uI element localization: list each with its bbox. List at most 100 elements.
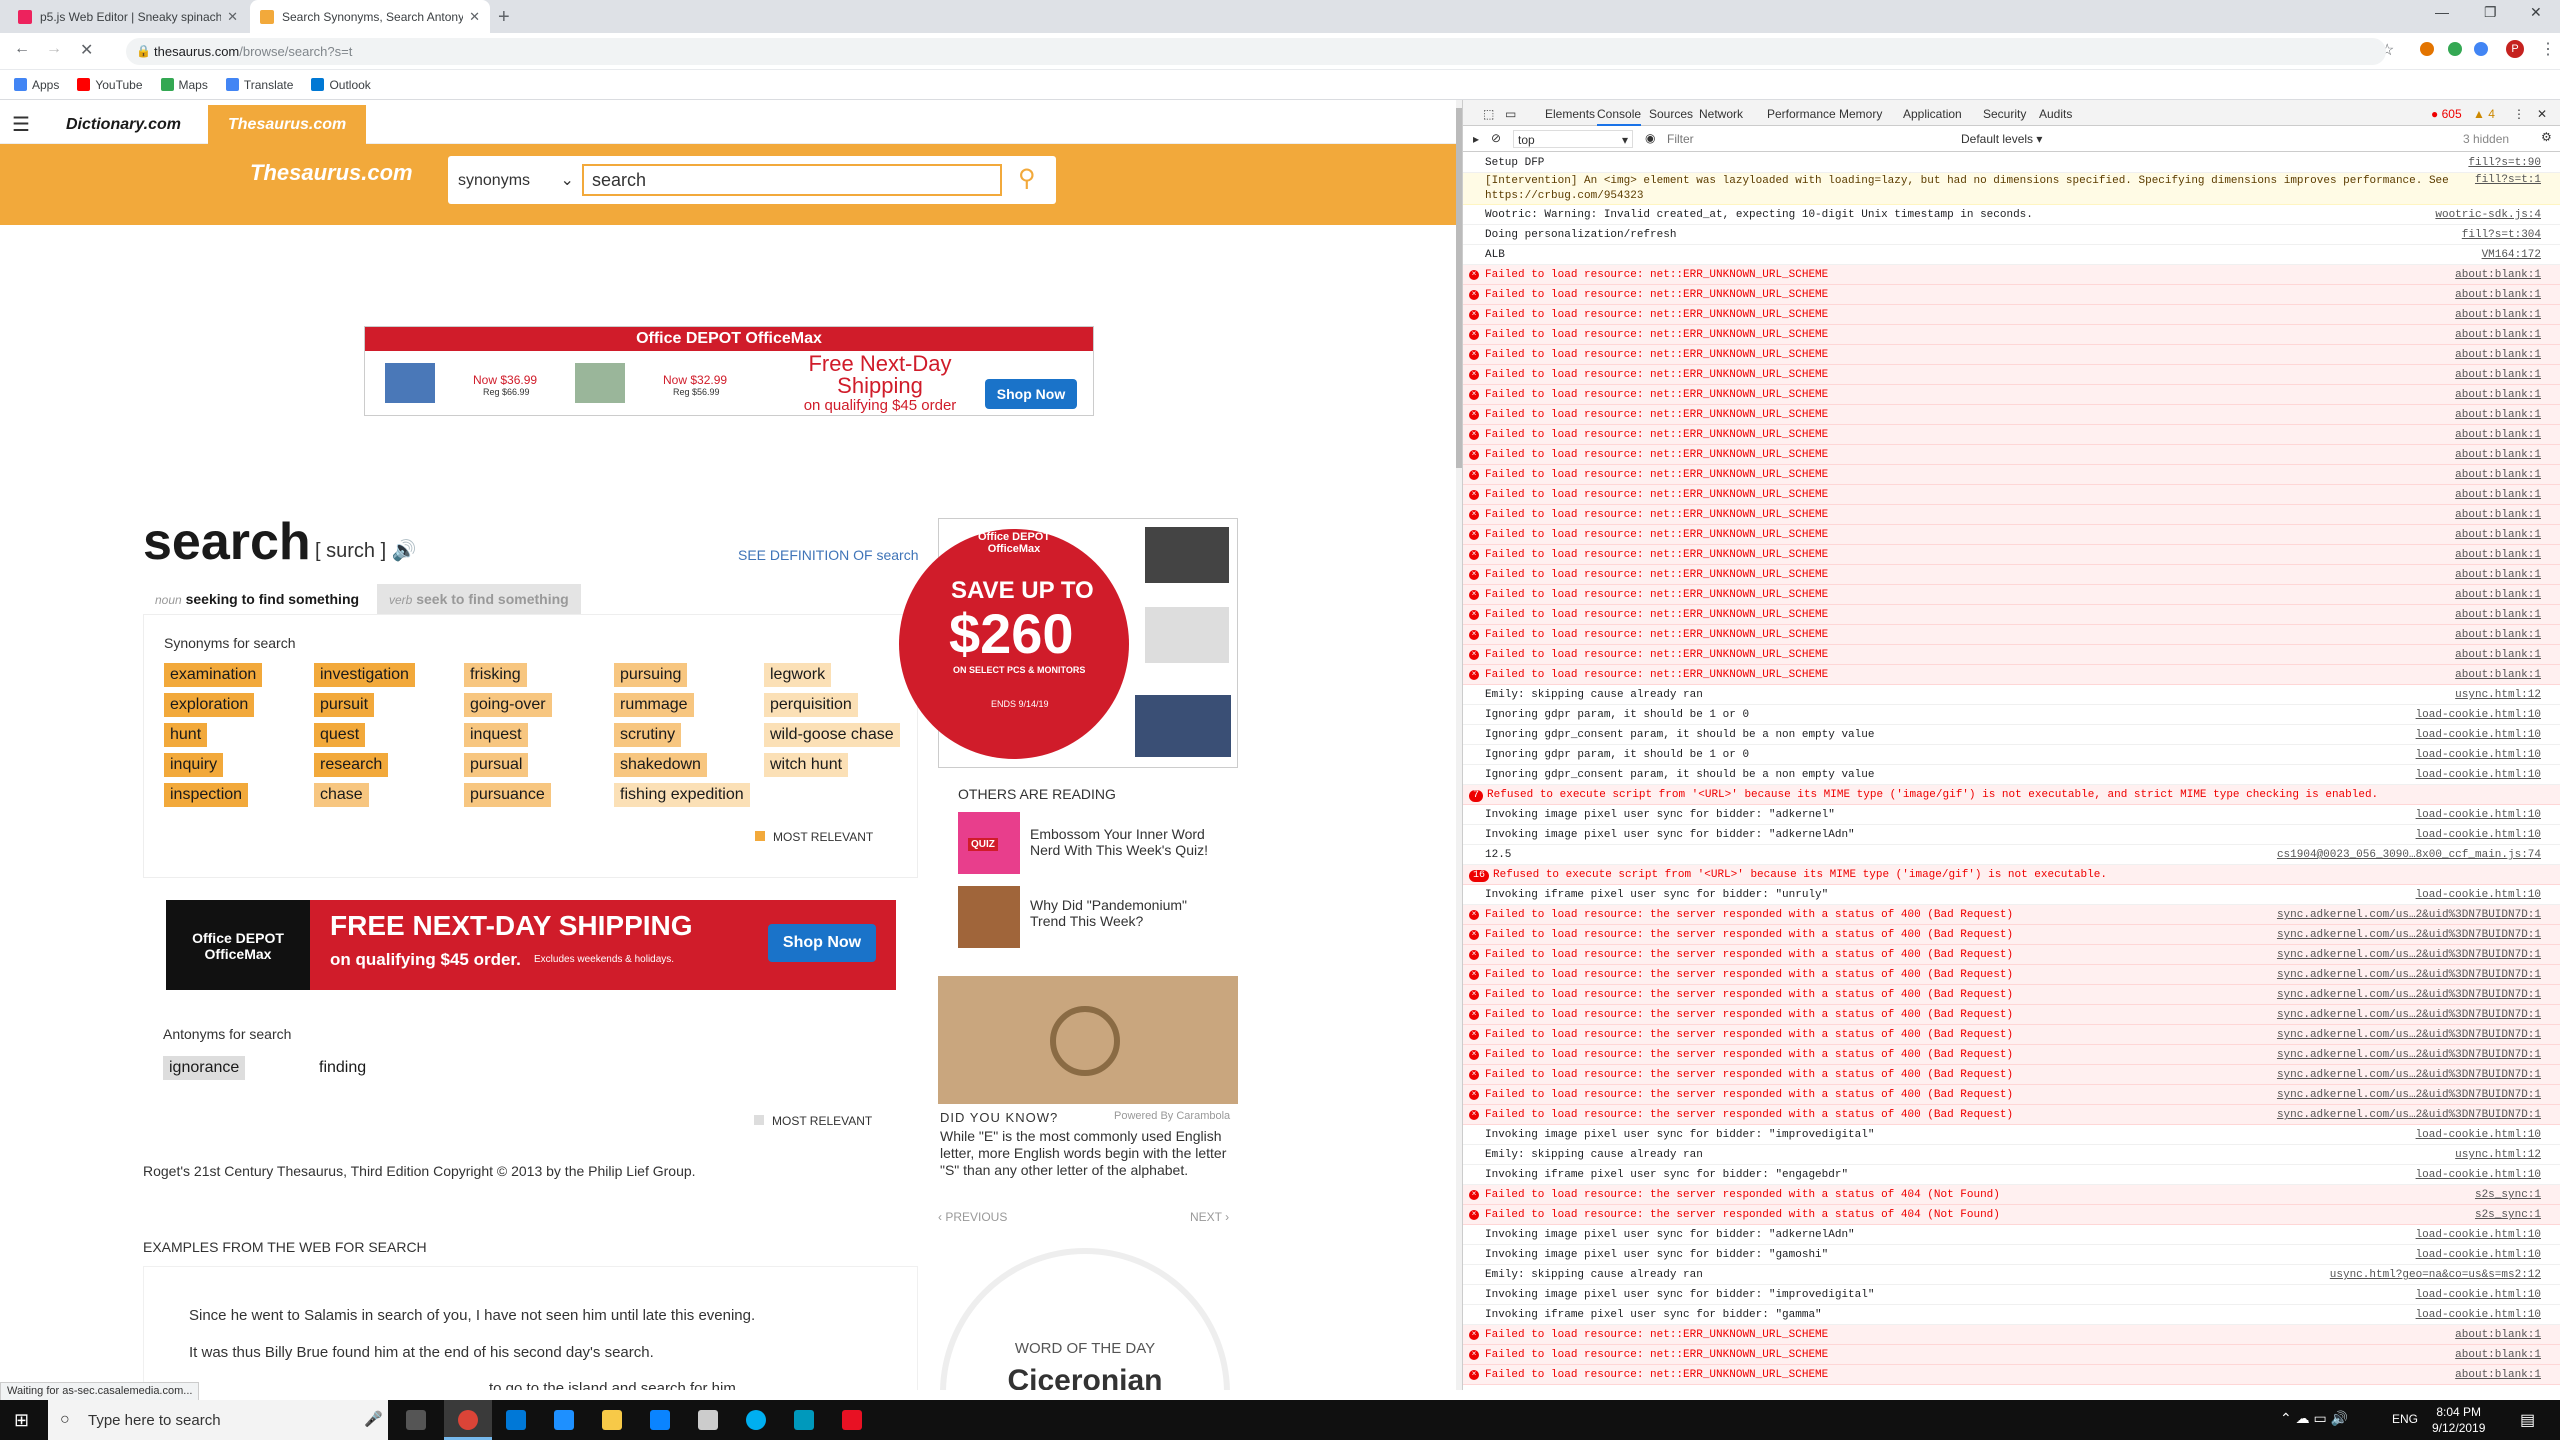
console-message[interactable]: × Failed to load resource: net::ERR_UNKNO… [1463, 305, 2560, 325]
console-message[interactable]: ALB VM164:172 [1463, 245, 2560, 265]
app-icon[interactable] [842, 1410, 862, 1430]
ad-shop-now-button[interactable]: Shop Now [985, 379, 1077, 409]
console-source-link[interactable]: sync.adkernel.com/us…2&uid%3DN7BUIDN7D:1 [2277, 1085, 2541, 1104]
synonym-chip[interactable]: perquisition [764, 693, 858, 717]
synonym-chip[interactable]: investigation [314, 663, 415, 687]
console-message[interactable]: × Failed to load resource: net::ERR_UNKNO… [1463, 285, 2560, 305]
console-message[interactable]: × Failed to load resource: the server res… [1463, 1085, 2560, 1105]
thesaurus-tab[interactable]: Thesaurus.com [208, 105, 367, 144]
console-message[interactable]: × Failed to load resource: net::ERR_UNKNO… [1463, 445, 2560, 465]
console-source-link[interactable]: about:blank:1 [2455, 1325, 2541, 1344]
search-input[interactable] [582, 164, 1002, 196]
pos-tab-verb[interactable]: verb seek to find something [377, 584, 581, 614]
console-source-link[interactable]: load-cookie.html:10 [2416, 825, 2541, 844]
devtools-tab[interactable]: Network [1699, 107, 1743, 121]
synonym-chip[interactable]: hunt [164, 723, 208, 747]
synonym-chip[interactable]: pursuance [464, 783, 551, 807]
console-source-link[interactable]: about:blank:1 [2455, 325, 2541, 344]
console-source-link[interactable]: about:blank:1 [2455, 625, 2541, 644]
console-source-link[interactable]: sync.adkernel.com/us…2&uid%3DN7BUIDN7D:1 [2277, 1005, 2541, 1024]
console-source-link[interactable]: load-cookie.html:10 [2416, 1125, 2541, 1144]
console-message[interactable]: × Failed to load resource: the server res… [1463, 945, 2560, 965]
minimize-icon[interactable]: — [2435, 4, 2449, 20]
system-tray-icons[interactable]: ⌃ ☁ ▭ 🔊 [2280, 1410, 2348, 1427]
console-message[interactable]: Invoking iframe pixel user sync for bidd… [1463, 1165, 2560, 1185]
synonym-chip[interactable]: inquest [464, 723, 528, 747]
console-source-link[interactable]: fill?s=t:90 [2468, 153, 2541, 172]
synonym-chip[interactable]: chase [314, 783, 369, 807]
antonym-chip[interactable]: ignorance [163, 1056, 246, 1080]
console-source-link[interactable]: fill?s=t:304 [2462, 225, 2541, 244]
synonym-chip[interactable]: quest [314, 723, 366, 747]
console-source-link[interactable]: wootric-sdk.js:4 [2435, 205, 2541, 224]
console-source-link[interactable]: about:blank:1 [2455, 485, 2541, 504]
synonym-chip[interactable]: fishing expedition [614, 783, 750, 807]
console-source-link[interactable]: about:blank:1 [2455, 565, 2541, 584]
synonym-chip[interactable]: witch hunt [764, 753, 849, 777]
console-source-link[interactable]: about:blank:1 [2455, 265, 2541, 284]
console-message[interactable]: Invoking image pixel user sync for bidde… [1463, 1125, 2560, 1145]
console-source-link[interactable]: VM164:172 [2482, 245, 2541, 264]
console-message[interactable]: × Failed to load resource: the server res… [1463, 985, 2560, 1005]
console-source-link[interactable]: about:blank:1 [2455, 585, 2541, 604]
synonym-chip[interactable]: examination [164, 663, 263, 687]
console-message[interactable]: × Failed to load resource: the server res… [1463, 1205, 2560, 1225]
devtools-tab[interactable]: Console [1597, 107, 1642, 126]
console-message[interactable]: × Failed to load resource: the server res… [1463, 1065, 2560, 1085]
synonym-chip[interactable]: inspection [164, 783, 249, 807]
synonym-chip[interactable]: pursual [464, 753, 529, 777]
console-message[interactable]: × Failed to load resource: the server res… [1463, 1005, 2560, 1025]
devtools-tab[interactable]: Performance [1767, 107, 1836, 121]
console-settings-gear-icon[interactable]: ⚙ [2541, 130, 2552, 144]
console-message[interactable]: × Failed to load resource: net::ERR_UNKNO… [1463, 265, 2560, 285]
bookmark-maps[interactable]: Maps [160, 78, 208, 92]
reading-link[interactable]: Why Did "Pandemonium" Trend This Week? [1030, 897, 1220, 929]
console-source-link[interactable]: about:blank:1 [2455, 645, 2541, 664]
console-source-link[interactable]: sync.adkernel.com/us…2&uid%3DN7BUIDN7D:1 [2277, 945, 2541, 964]
console-message[interactable]: × Failed to load resource: the server res… [1463, 925, 2560, 945]
console-source-link[interactable]: about:blank:1 [2455, 665, 2541, 684]
synonym-chip[interactable]: research [314, 753, 389, 777]
console-message[interactable]: × Failed to load resource: net::ERR_UNKNO… [1463, 385, 2560, 405]
ad-banner-top[interactable]: Office DEPOT OfficeMax Now $36.99 Reg $6… [364, 326, 1094, 416]
devtools-tab[interactable]: Application [1903, 107, 1962, 121]
console-message[interactable]: × Failed to load resource: net::ERR_UNKNO… [1463, 1325, 2560, 1345]
console-message[interactable]: Wootric: Warning: Invalid created_at, ex… [1463, 205, 2560, 225]
devtools-tab[interactable]: Memory [1839, 107, 1882, 121]
warning-count[interactable]: ▲ 4 [2473, 107, 2495, 121]
taskbar-search-box[interactable]: Type here to search [48, 1400, 388, 1440]
console-source-link[interactable]: about:blank:1 [2455, 1345, 2541, 1364]
task-view-icon[interactable] [406, 1410, 426, 1430]
device-toolbar-icon[interactable]: ▭ [1505, 107, 1516, 121]
console-source-link[interactable]: about:blank:1 [2455, 365, 2541, 384]
dictionary-tab[interactable]: Dictionary.com [46, 105, 201, 144]
back-icon[interactable]: ← [14, 40, 30, 58]
console-message[interactable]: Invoking iframe pixel user sync for bidd… [1463, 1305, 2560, 1325]
inspect-element-icon[interactable]: ⬚ [1483, 107, 1494, 121]
antonym-chip[interactable]: finding [313, 1056, 373, 1080]
console-source-link[interactable]: sync.adkernel.com/us…2&uid%3DN7BUIDN7D:1 [2277, 1045, 2541, 1064]
input-language[interactable]: ENG [2392, 1412, 2418, 1426]
synonym-chip[interactable]: frisking [464, 663, 527, 687]
app-icon[interactable] [554, 1410, 574, 1430]
menu-kebab-icon[interactable]: ⋮ [2540, 39, 2556, 59]
pos-tab-noun[interactable]: noun seeking to find something [143, 584, 372, 614]
notifications-icon[interactable]: ▤ [2520, 1410, 2535, 1430]
console-source-link[interactable]: load-cookie.html:10 [2416, 1225, 2541, 1244]
console-message[interactable]: × Failed to load resource: net::ERR_UNKNO… [1463, 405, 2560, 425]
console-source-link[interactable]: sync.adkernel.com/us…2&uid%3DN7BUIDN7D:1 [2277, 985, 2541, 1004]
devtools-menu-icon[interactable]: ⋮ [2513, 107, 2525, 121]
console-message[interactable]: × Failed to load resource: net::ERR_UNKNO… [1463, 605, 2560, 625]
console-message[interactable]: Ignoring gdpr_consent param, it should b… [1463, 725, 2560, 745]
microphone-icon[interactable]: 🎤 [364, 1410, 383, 1428]
stop-loading-icon[interactable]: ✕ [80, 40, 93, 60]
console-source-link[interactable]: about:blank:1 [2455, 605, 2541, 624]
console-filter-input[interactable] [1663, 130, 1883, 148]
synonym-chip[interactable]: shakedown [614, 753, 707, 777]
console-source-link[interactable]: about:blank:1 [2455, 505, 2541, 524]
bookmark-translate[interactable]: Translate [225, 78, 293, 92]
devtools-tab[interactable]: Security [1983, 107, 2026, 121]
synonym-chip[interactable]: scrutiny [614, 723, 682, 747]
console-message[interactable]: × Failed to load resource: the server res… [1463, 1045, 2560, 1065]
console-message[interactable]: Emily: skipping cause already ran usync.h… [1463, 1265, 2560, 1285]
